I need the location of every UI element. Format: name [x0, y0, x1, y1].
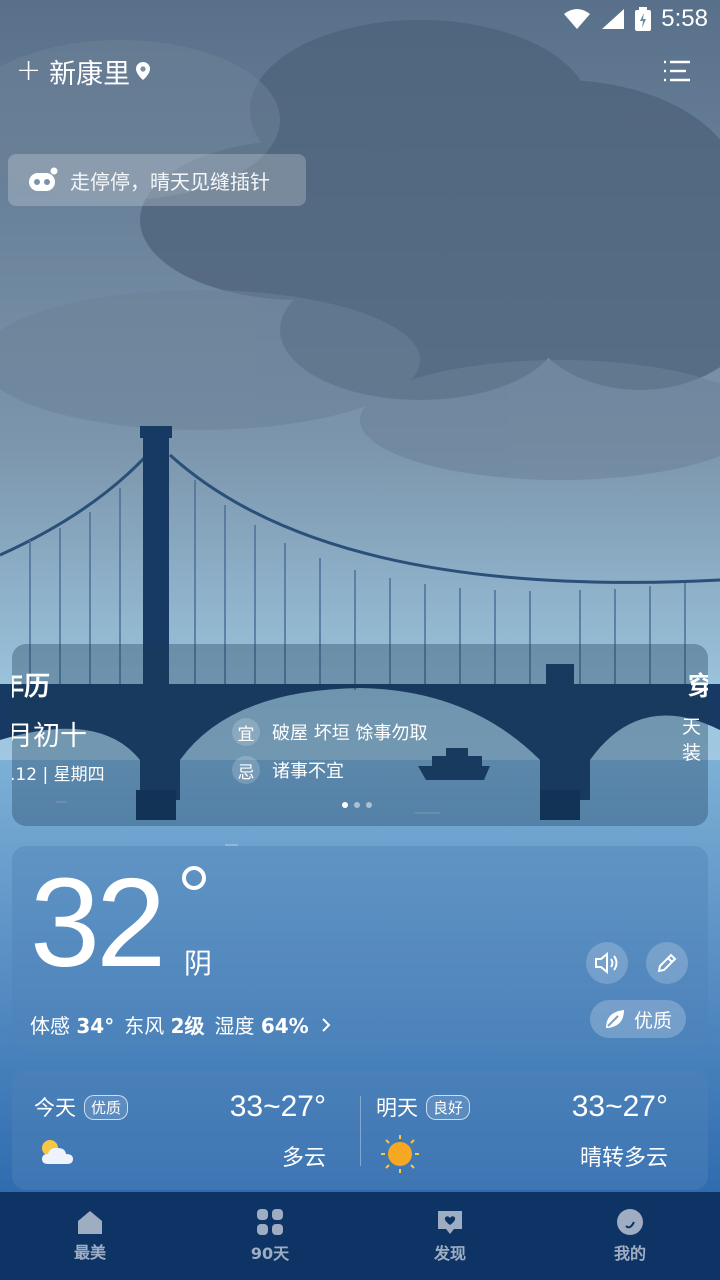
robot-assistant-icon [29, 167, 58, 191]
bad-items: 诸事不宜 [272, 761, 344, 782]
chevron-right-icon [322, 1017, 331, 1032]
carousel-dot [366, 802, 372, 808]
nav-label: 我的 [613, 1244, 646, 1263]
forecast-card[interactable]: 今天 优质 33~27° 多云 明天 良好 33~27° 晴转多云 [12, 1070, 708, 1190]
pencil-icon [657, 953, 677, 973]
forecast-temp-range: 33~27° [229, 1090, 326, 1123]
nav-label: 最美 [73, 1243, 106, 1262]
almanac-good-row: 宜 破屋 坏垣 馀事勿取 [232, 718, 427, 746]
voice-broadcast-button[interactable] [586, 942, 628, 984]
grid-icon [257, 1209, 283, 1235]
carousel-dot [354, 802, 360, 808]
current-condition: 阴 [184, 947, 213, 980]
discover-icon [438, 1211, 462, 1234]
location-pin-icon [136, 62, 151, 80]
current-weather-card[interactable]: 32 阴 体感 34° 东风 2级 湿度 64% 优质 [12, 846, 708, 1052]
almanac-card[interactable]: 年历 月初十 .12 | 星期四 宜 破屋 坏垣 馀事勿取 忌 诸事不宜 穿 天… [12, 644, 708, 826]
good-tag: 宜 [232, 718, 260, 746]
app-header: + 新康里 [16, 52, 692, 90]
nav-item-90days[interactable]: 90天 [180, 1192, 360, 1280]
almanac-title: 年历 [12, 672, 51, 702]
speaker-icon [595, 951, 618, 975]
forecast-day-label: 明天 [376, 1096, 418, 1120]
leaf-icon [605, 1010, 624, 1028]
status-bar: 5:58 [563, 0, 720, 38]
solar-date: .12 | 星期四 [12, 765, 105, 785]
battery-icon [635, 7, 652, 31]
forecast-temp-range: 33~27° [571, 1090, 668, 1123]
forecast-today[interactable]: 今天 优质 33~27° 多云 [12, 1070, 342, 1190]
forecast-aqi-badge: 良好 [426, 1094, 471, 1120]
next-card-text: 天 装 [682, 716, 702, 764]
edit-button[interactable] [646, 942, 688, 984]
current-temperature: 32 [30, 852, 166, 993]
almanac-bad-row: 忌 诸事不宜 [232, 756, 344, 784]
weather-details[interactable]: 体感 34° 东风 2级 湿度 64% [30, 1010, 333, 1039]
forecast-condition: 晴转多云 [579, 1146, 668, 1171]
next-card-title: 穿 [687, 672, 708, 702]
home-icon [78, 1211, 102, 1234]
nav-item-home[interactable]: 最美 [0, 1192, 180, 1280]
humidity: 湿度 64% [214, 1014, 309, 1038]
nav-item-profile[interactable]: 我的 [540, 1192, 720, 1280]
menu-icon[interactable] [662, 59, 692, 83]
forecast-day-header: 明天 良好 [376, 1092, 471, 1122]
nav-label: 90天 [250, 1244, 290, 1263]
nav-label: 发现 [433, 1244, 466, 1263]
signal-icon [602, 9, 625, 29]
profile-icon [617, 1209, 643, 1235]
wind: 东风 2级 [124, 1014, 205, 1038]
degree-symbol [182, 866, 206, 890]
good-items: 破屋 坏垣 馀事勿取 [272, 723, 428, 744]
partly-cloudy-icon [42, 1140, 73, 1164]
forecast-aqi-badge: 优质 [84, 1094, 129, 1120]
weather-notice-banner[interactable]: 走停停，晴天见缝插针 [8, 154, 306, 206]
carousel-dots [342, 802, 372, 808]
add-city-icon[interactable]: + [16, 56, 41, 86]
nav-item-discover[interactable]: 发现 [360, 1192, 540, 1280]
forecast-day-label: 今天 [34, 1096, 76, 1120]
air-quality-badge[interactable]: 优质 [589, 1000, 686, 1038]
feels-like: 体感 34° [30, 1014, 115, 1038]
city-name[interactable]: 新康里 [49, 52, 130, 91]
bad-tag: 忌 [232, 756, 260, 784]
forecast-condition: 多云 [281, 1146, 326, 1171]
sun-icon [381, 1135, 419, 1173]
bottom-navigation: 最美 90天 发现 我的 [0, 1192, 720, 1280]
forecast-tomorrow[interactable]: 明天 良好 33~27° 晴转多云 [354, 1070, 684, 1190]
lunar-date: 月初十 [12, 721, 87, 752]
air-quality-label: 优质 [633, 1009, 672, 1032]
status-time: 5:58 [661, 5, 708, 32]
forecast-day-header: 今天 优质 [34, 1092, 129, 1122]
wifi-icon [564, 9, 591, 29]
carousel-dot [342, 802, 348, 808]
notice-text: 走停停，晴天见缝插针 [70, 169, 270, 194]
